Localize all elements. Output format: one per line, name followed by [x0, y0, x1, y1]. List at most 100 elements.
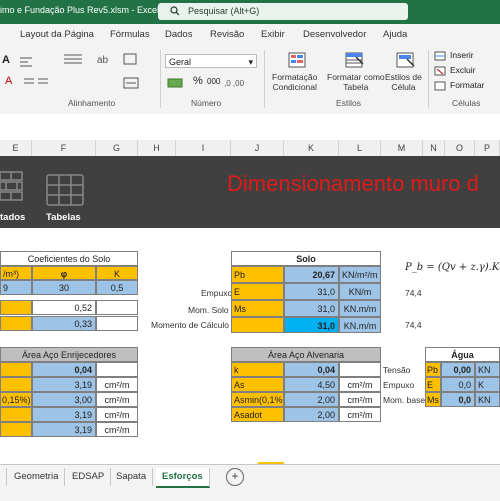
- solo-value-mc[interactable]: 31,0: [284, 317, 339, 333]
- coef-empty-1[interactable]: [96, 300, 138, 315]
- enrij-value-5[interactable]: 3,19: [32, 422, 96, 437]
- alv-value-as[interactable]: 4,50: [284, 377, 339, 392]
- solo-unit-pb[interactable]: KN/m²/m: [339, 266, 381, 283]
- solo-value-e[interactable]: 31,0: [284, 283, 339, 300]
- enrij-unit-1[interactable]: [96, 362, 138, 377]
- coef-col-phi[interactable]: φ: [32, 266, 96, 280]
- alv-value-asadot[interactable]: 2,00: [284, 407, 339, 422]
- agua-unit-pb[interactable]: KN: [475, 362, 500, 377]
- wall-icon[interactable]: [0, 168, 28, 208]
- enrij-label-cell[interactable]: [0, 407, 32, 422]
- alv-key-asmin[interactable]: Asmin(0,1%: [231, 392, 284, 407]
- sheet-tab-edsap[interactable]: EDSAP: [66, 468, 112, 486]
- conditional-format-icon[interactable]: [287, 51, 307, 69]
- col-header[interactable]: O: [445, 140, 475, 156]
- enrij-unit-2[interactable]: cm²/m: [96, 377, 138, 392]
- tab-revisao[interactable]: Revisão: [210, 29, 244, 40]
- col-header[interactable]: I: [176, 140, 231, 156]
- alv-value-k[interactable]: 0,04: [284, 362, 339, 377]
- coef-label-cell[interactable]: [0, 300, 32, 315]
- sheet-tab-hidden[interactable]: [0, 468, 7, 486]
- right-value-2[interactable]: 74,4: [405, 320, 422, 330]
- coef-label-cell[interactable]: [0, 316, 32, 331]
- enrij-unit-3[interactable]: cm²/m: [96, 392, 138, 407]
- solo-header[interactable]: Solo: [231, 251, 381, 266]
- format-table-icon[interactable]: [344, 51, 366, 69]
- cell-styles-label[interactable]: Estilos de Célula: [385, 72, 422, 92]
- insert-icon[interactable]: [434, 50, 448, 62]
- agua-unit-e[interactable]: K: [475, 377, 500, 392]
- alv-unit-asmin[interactable]: cm²/m: [339, 392, 381, 407]
- coef-gamma-value[interactable]: 9: [0, 280, 32, 295]
- font-color-button[interactable]: A: [5, 75, 12, 87]
- tab-ajuda[interactable]: Ajuda: [383, 29, 407, 40]
- enrij-label-cell[interactable]: [0, 422, 32, 437]
- alv-unit-asadot[interactable]: cm²/m: [339, 407, 381, 422]
- coef-header[interactable]: Coeficientes do Solo: [0, 251, 138, 266]
- enrij-label-cell[interactable]: [0, 377, 32, 392]
- col-header[interactable]: F: [32, 140, 96, 156]
- col-header[interactable]: N: [423, 140, 445, 156]
- coef-col-gamma[interactable]: /m³): [0, 266, 32, 280]
- tab-layout[interactable]: Layout da Página: [20, 29, 94, 40]
- dados-label[interactable]: tados: [0, 212, 25, 223]
- col-header[interactable]: M: [381, 140, 423, 156]
- agua-key-e[interactable]: E: [425, 377, 441, 392]
- enrij-value-3[interactable]: 3,00: [32, 392, 96, 407]
- table-icon[interactable]: [46, 174, 84, 206]
- solo-key-e[interactable]: E: [231, 283, 284, 300]
- indent-icons[interactable]: [22, 76, 52, 90]
- solo-unit-ms[interactable]: KN.m/m: [339, 300, 381, 317]
- tab-dados[interactable]: Dados: [165, 29, 192, 40]
- area-alv-header[interactable]: Área Aço Alvenaria: [231, 347, 381, 362]
- currency-icon[interactable]: [166, 76, 190, 90]
- wrap-text-icon[interactable]: [122, 52, 140, 66]
- solo-unit-mc[interactable]: KN.m/m: [339, 317, 381, 333]
- tab-desenvolvedor[interactable]: Desenvolvedor: [303, 29, 366, 40]
- col-header[interactable]: K: [284, 140, 339, 156]
- sheet-tab-geometria[interactable]: Geometria: [8, 468, 66, 486]
- alv-key-as[interactable]: As: [231, 377, 284, 392]
- col-header[interactable]: H: [138, 140, 176, 156]
- coef-phi-value[interactable]: 30: [32, 280, 96, 295]
- enrij-value-1[interactable]: 0,04: [32, 362, 96, 377]
- agua-unit-ms[interactable]: KN: [475, 392, 500, 407]
- col-header[interactable]: L: [339, 140, 381, 156]
- solo-key-ms[interactable]: Ms: [231, 300, 284, 317]
- agua-key-pb[interactable]: Pb: [425, 362, 441, 377]
- format-table-label[interactable]: Formatar como Tabela: [327, 72, 385, 92]
- align-icon[interactable]: [18, 56, 42, 68]
- coef-value-1[interactable]: 0,52: [32, 300, 96, 315]
- agua-value-e[interactable]: 0,0: [441, 377, 475, 392]
- bold-button[interactable]: A: [2, 54, 10, 66]
- alv-key-k[interactable]: k: [231, 362, 284, 377]
- number-format-select[interactable]: Geral ▾: [165, 54, 257, 68]
- coef-col-k[interactable]: K: [96, 266, 138, 280]
- delete-icon[interactable]: [434, 65, 448, 77]
- decimal-icons[interactable]: ,0 ,00: [224, 74, 258, 90]
- tab-exibir[interactable]: Exibir: [261, 29, 285, 40]
- coef-k-value[interactable]: 0,5: [96, 280, 138, 295]
- alv-unit-as[interactable]: cm²/m: [339, 377, 381, 392]
- orientation-icon[interactable]: ab: [95, 52, 111, 66]
- agua-header[interactable]: Água: [425, 347, 500, 362]
- align-lines-icon[interactable]: [62, 52, 90, 66]
- tabelas-label[interactable]: Tabelas: [46, 212, 81, 223]
- add-sheet-button[interactable]: +: [226, 468, 244, 486]
- cond-format-label[interactable]: Formatação Condicional: [272, 72, 317, 92]
- enrij-value-4[interactable]: 3,19: [32, 407, 96, 422]
- cell-styles-icon[interactable]: [395, 51, 417, 69]
- col-header[interactable]: J: [231, 140, 284, 156]
- merge-center-icon[interactable]: [122, 76, 146, 90]
- alv-unit-k[interactable]: [339, 362, 381, 377]
- coef-empty-2[interactable]: [96, 316, 138, 331]
- col-header[interactable]: G: [96, 140, 138, 156]
- insert-button[interactable]: Inserir: [450, 50, 474, 60]
- tab-formulas[interactable]: Fórmulas: [110, 29, 150, 40]
- solo-key-mc[interactable]: [231, 317, 284, 333]
- agua-key-ms[interactable]: Ms: [425, 392, 441, 407]
- col-header[interactable]: E: [0, 140, 32, 156]
- enrij-value-2[interactable]: 3,19: [32, 377, 96, 392]
- alv-key-asadot[interactable]: Asadot: [231, 407, 284, 422]
- enrij-label-cell[interactable]: [0, 362, 32, 377]
